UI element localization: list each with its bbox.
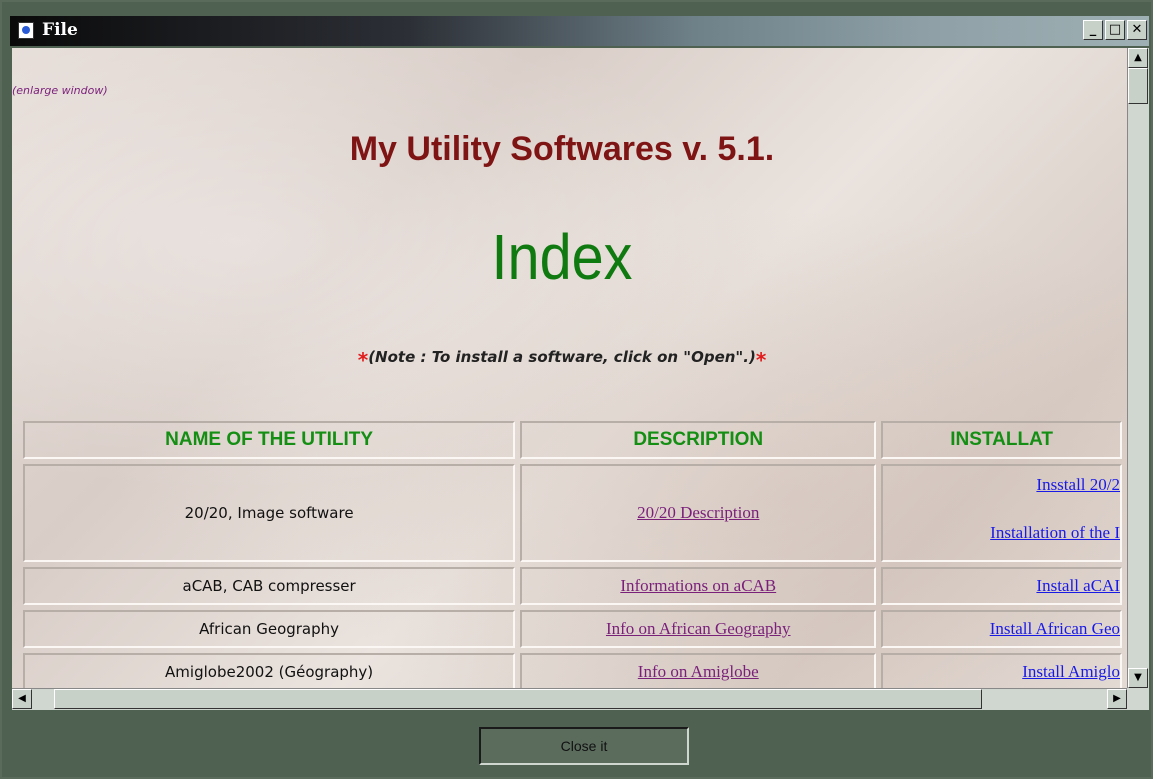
scrollbar-corner bbox=[1127, 688, 1149, 710]
install-link[interactable]: Insstall 20/2 bbox=[883, 475, 1120, 495]
app-window: File _ □ ✕ (enlarge window) My Utility S… bbox=[0, 0, 1153, 779]
title-bar[interactable]: File _ □ ✕ bbox=[10, 16, 1149, 46]
install-link[interactable]: Install African Geo bbox=[990, 619, 1120, 638]
utility-name: African Geography bbox=[23, 610, 516, 648]
description-link[interactable]: Informations on aCAB bbox=[620, 576, 776, 595]
horizontal-scroll-thumb[interactable] bbox=[54, 689, 982, 709]
install-cell: Install Amiglo bbox=[881, 653, 1122, 688]
index-heading: Index bbox=[491, 221, 633, 293]
description-link[interactable]: Info on Amiglobe bbox=[638, 662, 759, 681]
install-note: *(Note : To install a software, click on… bbox=[12, 348, 1112, 372]
utility-name: 20/20, Image software bbox=[23, 464, 516, 562]
description-cell: Informations on aCAB bbox=[520, 567, 877, 605]
maximize-button[interactable]: □ bbox=[1105, 20, 1125, 40]
utility-name: Amiglobe2002 (Géography) bbox=[23, 653, 516, 688]
install-cell: Install aCAI bbox=[881, 567, 1122, 605]
description-link[interactable]: 20/20 Description bbox=[637, 503, 759, 522]
web-content: (enlarge window) My Utility Softwares v.… bbox=[12, 48, 1127, 688]
scroll-down-icon[interactable]: ▼ bbox=[1128, 668, 1148, 688]
header-name: NAME OF THE UTILITY bbox=[23, 421, 516, 459]
table-row: aCAB, CAB compresser Informations on aCA… bbox=[23, 567, 1122, 605]
description-cell: Info on African Geography bbox=[520, 610, 877, 648]
window-title: File bbox=[42, 20, 78, 40]
scroll-right-icon[interactable]: ▶ bbox=[1107, 689, 1127, 709]
table-header-row: NAME OF THE UTILITY DESCRIPTION INSTALLA… bbox=[23, 421, 1122, 459]
header-description: DESCRIPTION bbox=[520, 421, 877, 459]
scroll-left-icon[interactable]: ◀ bbox=[12, 689, 32, 709]
minimize-button[interactable]: _ bbox=[1083, 20, 1103, 40]
close-button[interactable]: Close it bbox=[479, 727, 689, 765]
install-cell: Install African Geo bbox=[881, 610, 1122, 648]
horizontal-scrollbar[interactable]: ◀ ▶ bbox=[12, 688, 1127, 710]
description-cell: Info on Amiglobe bbox=[520, 653, 877, 688]
close-window-button[interactable]: ✕ bbox=[1127, 20, 1147, 40]
window-controls: _ □ ✕ bbox=[1083, 20, 1147, 40]
enlarge-window-link[interactable]: (enlarge window) bbox=[12, 84, 108, 97]
page-title: My Utility Softwares v. 5.1. bbox=[349, 130, 775, 168]
scroll-up-icon[interactable]: ▲ bbox=[1128, 48, 1148, 68]
table-row: 20/20, Image software 20/20 Description … bbox=[23, 464, 1122, 562]
install-link[interactable]: Install aCAI bbox=[1036, 576, 1120, 595]
utility-table: NAME OF THE UTILITY DESCRIPTION INSTALLA… bbox=[18, 416, 1127, 688]
note-star-left: * bbox=[357, 348, 369, 372]
vertical-scroll-thumb[interactable] bbox=[1128, 68, 1148, 104]
table-row: Amiglobe2002 (Géography) Info on Amiglob… bbox=[23, 653, 1122, 688]
note-star-right: * bbox=[755, 348, 767, 372]
vertical-scrollbar[interactable]: ▲ ▼ bbox=[1127, 48, 1149, 688]
table-row: African Geography Info on African Geogra… bbox=[23, 610, 1122, 648]
install-link-secondary[interactable]: Installation of the I bbox=[883, 523, 1120, 543]
note-text: (Note : To install a software, click on … bbox=[368, 348, 756, 366]
utility-name: aCAB, CAB compresser bbox=[23, 567, 516, 605]
header-installation: INSTALLAT bbox=[881, 421, 1122, 459]
app-icon bbox=[18, 22, 34, 39]
install-link[interactable]: Install Amiglo bbox=[1022, 662, 1120, 681]
install-cell: Insstall 20/2 Installation of the I bbox=[881, 464, 1122, 562]
description-cell: 20/20 Description bbox=[520, 464, 877, 562]
description-link[interactable]: Info on African Geography bbox=[606, 619, 791, 638]
